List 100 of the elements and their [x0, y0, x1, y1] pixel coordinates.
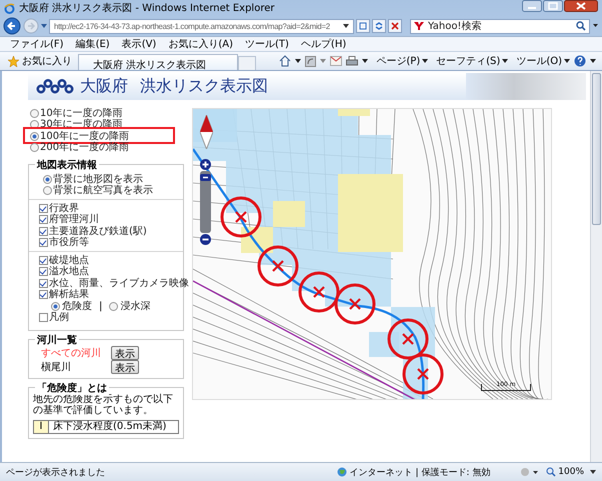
zoom-out-button[interactable] — [200, 234, 211, 245]
radio-button[interactable] — [30, 143, 39, 152]
globe-icon — [336, 467, 347, 477]
dropdown-arrow-icon — [422, 59, 428, 63]
zoom-level[interactable]: 100% — [546, 467, 584, 477]
favorites-button[interactable]: お気に入り — [6, 53, 74, 69]
address-field[interactable]: http://ec2-176-34-43-73.ap-northeast-1.compute.amazonaws.com/map?aid=2&mid=2 — [49, 18, 354, 34]
panel-title: 河川一覧 — [35, 333, 79, 347]
dropdown-arrow-icon — [343, 24, 349, 28]
dropdown-arrow-icon — [590, 59, 596, 63]
dropdown-arrow-icon — [295, 59, 302, 63]
river-name: 槇尾川 — [41, 360, 72, 374]
checkbox[interactable] — [39, 204, 48, 213]
north-arrow-icon — [200, 115, 213, 149]
option-label[interactable]: 200年に一度の降雨 — [40, 142, 130, 154]
checkbox[interactable] — [39, 278, 48, 288]
dropdown-arrow-icon — [564, 59, 570, 63]
radio-button[interactable] — [109, 302, 118, 311]
option-label[interactable]: 府管理河川 — [49, 214, 99, 226]
option-label[interactable]: 溢水地点 — [49, 266, 89, 278]
option-label[interactable]: 主要道路及び鉄道(駅) — [49, 226, 147, 237]
checkbox[interactable] — [39, 226, 48, 236]
option-label[interactable]: 背景に航空写真を表示 — [53, 185, 153, 196]
star-icon — [8, 56, 19, 66]
dropdown-arrow-icon — [590, 470, 596, 474]
help-button[interactable] — [574, 55, 586, 67]
radio-button[interactable] — [43, 186, 52, 196]
menu-item[interactable]: 編集(E) — [76, 37, 110, 51]
grade-cell: I — [34, 421, 49, 433]
feed-icon — [305, 56, 316, 66]
radio-button[interactable] — [43, 174, 52, 184]
panel-title: 「危険度」とは — [35, 381, 109, 395]
search-field[interactable]: Yahoo!検索 — [410, 18, 590, 34]
dropdown-arrow-icon — [502, 59, 508, 63]
menu-item[interactable]: ファイル(F) — [10, 37, 64, 51]
checkbox[interactable] — [39, 215, 48, 224]
checkbox[interactable] — [39, 238, 48, 248]
option-label[interactable]: 背景に地形図を表示 — [53, 174, 143, 185]
security-zone[interactable]: インターネット | 保護モード: 無効 — [336, 466, 490, 478]
option-label[interactable]: 10年に一度の降雨 — [40, 108, 123, 119]
radio-button[interactable] — [51, 302, 60, 311]
option-label[interactable]: 解析結果 — [49, 289, 89, 300]
circled-x-marker-icon — [402, 353, 444, 395]
search-icon — [576, 21, 586, 31]
ie-logo-icon — [4, 2, 15, 14]
option-label[interactable]: 凡例 — [49, 312, 69, 324]
checkbox[interactable] — [39, 290, 48, 300]
radio-button[interactable] — [30, 108, 39, 118]
separator-text: | — [98, 300, 104, 312]
prefecture-name: 大阪府 — [80, 76, 128, 97]
browser-tab[interactable]: 大阪府 洪水リスク表示図 — [78, 54, 238, 70]
option-label[interactable]: 行政界 — [49, 202, 79, 214]
yahoo-logo-icon — [414, 21, 424, 31]
close-button[interactable] — [564, 0, 598, 12]
menu-item[interactable]: ヘルプ(H) — [300, 37, 346, 51]
minimize-button[interactable] — [522, 0, 542, 12]
back-button[interactable] — [3, 17, 21, 35]
menu-item[interactable]: ツール(T) — [245, 37, 289, 51]
status-message: ページが表示されました — [6, 466, 106, 478]
checkbox[interactable] — [39, 267, 48, 276]
mail-icon — [330, 56, 342, 66]
circled-x-marker-icon — [387, 318, 429, 360]
printer-icon — [346, 56, 358, 66]
option-label[interactable]: 破堤地点 — [49, 254, 89, 266]
command-menu[interactable]: ページ(P) — [376, 54, 428, 68]
dropdown-arrow-icon — [362, 59, 368, 63]
option-label[interactable]: 市役所等 — [49, 237, 89, 248]
circled-x-marker-icon — [220, 196, 262, 238]
circled-x-marker-icon — [298, 271, 340, 313]
home-icon — [279, 55, 292, 67]
checkbox[interactable] — [39, 313, 48, 322]
scroll-thumb[interactable] — [592, 73, 601, 225]
circled-x-marker-icon — [257, 245, 299, 287]
option-label[interactable]: 100年に一度の降雨 — [40, 130, 130, 142]
show-button[interactable]: 表示 — [111, 360, 139, 374]
dropdown-arrow-icon — [320, 59, 326, 63]
stop-button[interactable] — [388, 19, 402, 33]
osaka-emblem-icon — [36, 78, 74, 94]
zoom-in-button[interactable] — [200, 159, 211, 170]
radio-button[interactable] — [30, 132, 39, 141]
refresh-button[interactable] — [372, 19, 386, 33]
option-label[interactable]: 危険度 — [62, 300, 92, 312]
circled-x-marker-icon — [334, 283, 376, 325]
window-title: 大阪府 洪水リスク表示図 - Windows Internet Explorer — [19, 2, 276, 15]
menu-item[interactable]: お気に入り(A) — [168, 37, 233, 51]
zoom-slider-thumb[interactable] — [200, 174, 211, 181]
page-title: 洪水リスク表示図 — [140, 76, 268, 97]
river-name: すべての河川 — [41, 346, 102, 360]
show-button[interactable]: 表示 — [111, 346, 139, 360]
vertical-scrollbar[interactable] — [590, 71, 602, 462]
command-menu[interactable]: ツール(O) — [516, 54, 570, 68]
menu-item[interactable]: 表示(V) — [122, 37, 156, 51]
option-label[interactable]: 浸水深 — [120, 300, 150, 312]
panel-title: 地図表示情報 — [35, 158, 99, 172]
magnifier-icon — [546, 467, 556, 477]
dropdown-arrow-icon — [41, 24, 47, 28]
checkbox[interactable] — [39, 256, 48, 265]
maximize-button[interactable] — [543, 0, 563, 12]
option-label[interactable]: 水位、雨量、ライブカメラ映像 — [49, 278, 189, 289]
command-menu[interactable]: セーフティ(S) — [436, 54, 508, 68]
